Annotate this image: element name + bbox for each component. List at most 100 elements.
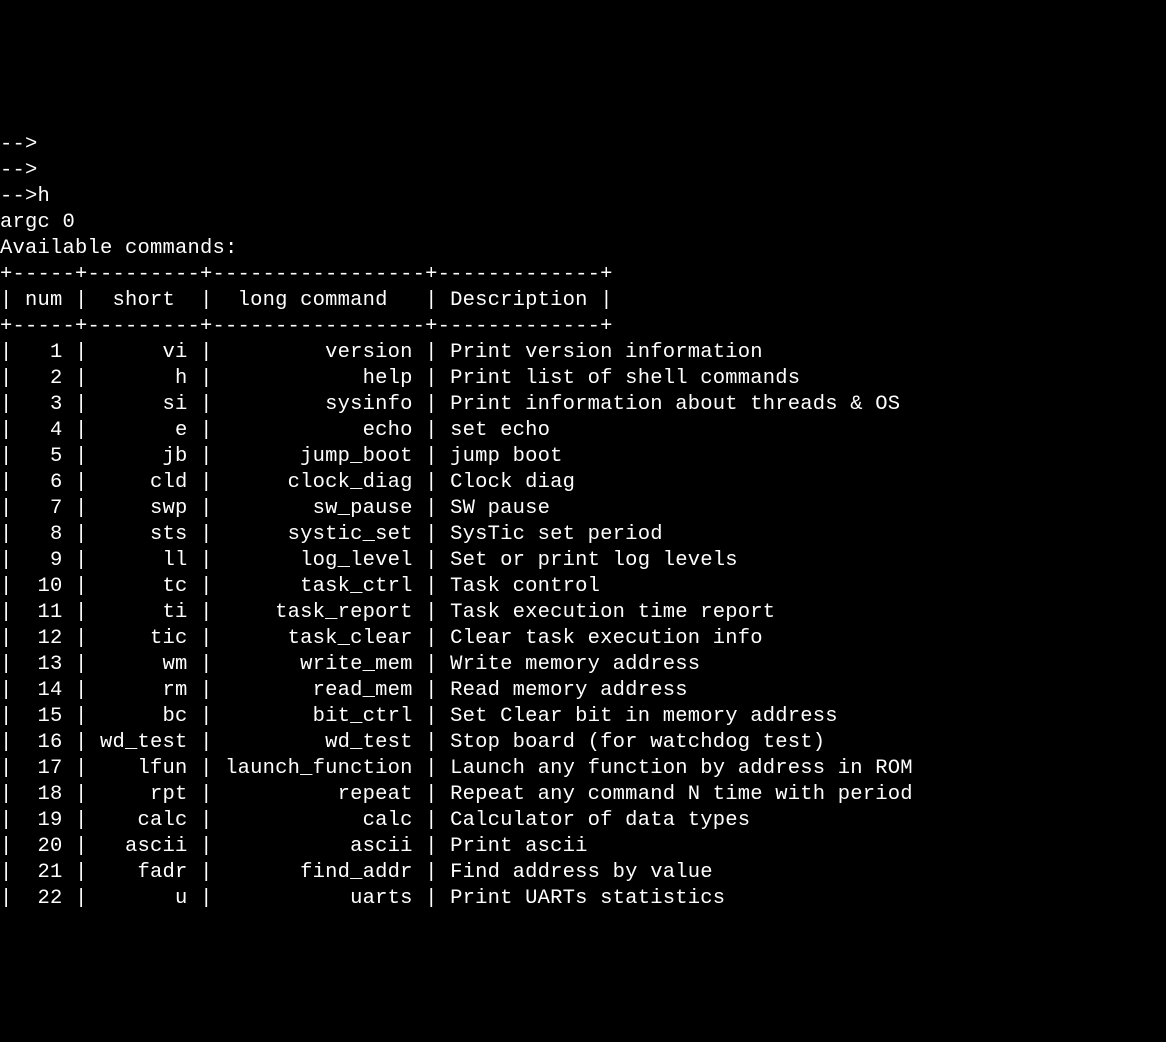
pipe: | [425,627,438,650]
pipe: | [75,549,88,572]
prompt-line: --> [0,158,1166,184]
cell-num: 21 [13,861,76,884]
cell-num: 16 [13,731,76,754]
pipe: | [75,419,88,442]
pipe: | [0,289,13,312]
pipe: | [75,601,88,624]
cell-long: task_clear [213,627,426,650]
cell-short: e [88,419,201,442]
pipe: | [425,575,438,598]
cell-short: h [88,367,201,390]
header-desc: Description [438,289,601,312]
pipe: | [75,627,88,650]
cell-desc: Read memory address [438,679,688,702]
cell-long: launch_function [213,757,426,780]
cell-long: write_mem [213,653,426,676]
pipe: | [200,419,213,442]
cell-short: swp [88,497,201,520]
pipe: | [0,601,13,624]
pipe: | [200,731,213,754]
pipe: | [425,419,438,442]
table-row: | 9 | ll | log_level | Set or print log … [0,548,1166,574]
table-border-mid: +-----+---------+-----------------+-----… [0,314,1166,340]
pipe: | [0,497,13,520]
prompt-line: -->h [0,184,1166,210]
cell-num: 11 [13,601,76,624]
pipe: | [425,653,438,676]
pipe: | [0,367,13,390]
pipe: | [0,523,13,546]
pipe: | [0,419,13,442]
pipe: | [425,601,438,624]
table-row: | 10 | tc | task_ctrl | Task control [0,574,1166,600]
cell-long: uarts [213,887,426,910]
cell-desc: SysTic set period [438,523,663,546]
pipe: | [75,341,88,364]
cell-short: sts [88,523,201,546]
table-row: | 17 | lfun | launch_function | Launch a… [0,756,1166,782]
available-text: Available commands: [0,237,238,260]
cell-long: calc [213,809,426,832]
cell-num: 7 [13,497,76,520]
pipe: | [200,757,213,780]
pipe: | [75,757,88,780]
pipe: | [0,653,13,676]
pipe: | [0,783,13,806]
cell-num: 6 [13,471,76,494]
cell-num: 22 [13,887,76,910]
cell-num: 19 [13,809,76,832]
cell-desc: Clear task execution info [438,627,763,650]
pipe: | [0,731,13,754]
prompt-text: --> [0,159,38,182]
table-row: | 11 | ti | task_report | Task execution… [0,600,1166,626]
table-row: | 1 | vi | version | Print version infor… [0,340,1166,366]
pipe: | [200,341,213,364]
pipe: | [0,549,13,572]
cell-desc: jump boot [438,445,563,468]
cell-num: 18 [13,783,76,806]
cell-short: ascii [88,835,201,858]
prompt-line: --> [0,132,1166,158]
cell-short: si [88,393,201,416]
cell-desc: Repeat any command N time with period [438,783,913,806]
cell-short: wd_test [88,731,201,754]
cell-desc: Print version information [438,341,763,364]
table-header-row: | num | short | long command | Descripti… [0,288,1166,314]
prompt-text: --> [0,133,38,156]
pipe: | [75,575,88,598]
pipe: | [0,809,13,832]
cell-short: lfun [88,757,201,780]
argc-line: argc 0 [0,210,1166,236]
pipe: | [425,523,438,546]
cell-desc: SW pause [438,497,551,520]
pipe: | [425,341,438,364]
cell-long: task_ctrl [213,575,426,598]
pipe: | [75,835,88,858]
pipe: | [200,445,213,468]
cell-long: echo [213,419,426,442]
cell-num: 4 [13,419,76,442]
cell-num: 8 [13,523,76,546]
pipe: | [200,497,213,520]
pipe: | [75,679,88,702]
cell-num: 2 [13,367,76,390]
argc-text: argc 0 [0,211,75,234]
table-row: | 16 | wd_test | wd_test | Stop board (f… [0,730,1166,756]
cell-desc: Task control [438,575,601,598]
cell-long: jump_boot [213,445,426,468]
pipe: | [425,783,438,806]
pipe: | [75,705,88,728]
table-row: | 21 | fadr | find_addr | Find address b… [0,860,1166,886]
pipe: | [425,393,438,416]
pipe: | [75,471,88,494]
terminal-output[interactable]: -->-->-->hargc 0Available commands:+----… [0,130,1166,912]
cell-long: bit_ctrl [213,705,426,728]
pipe: | [200,835,213,858]
pipe: | [200,601,213,624]
header-long: long command [213,289,426,312]
cell-long: sysinfo [213,393,426,416]
cell-desc: Clock diag [438,471,576,494]
cell-short: tc [88,575,201,598]
cell-long: task_report [213,601,426,624]
cell-num: 10 [13,575,76,598]
